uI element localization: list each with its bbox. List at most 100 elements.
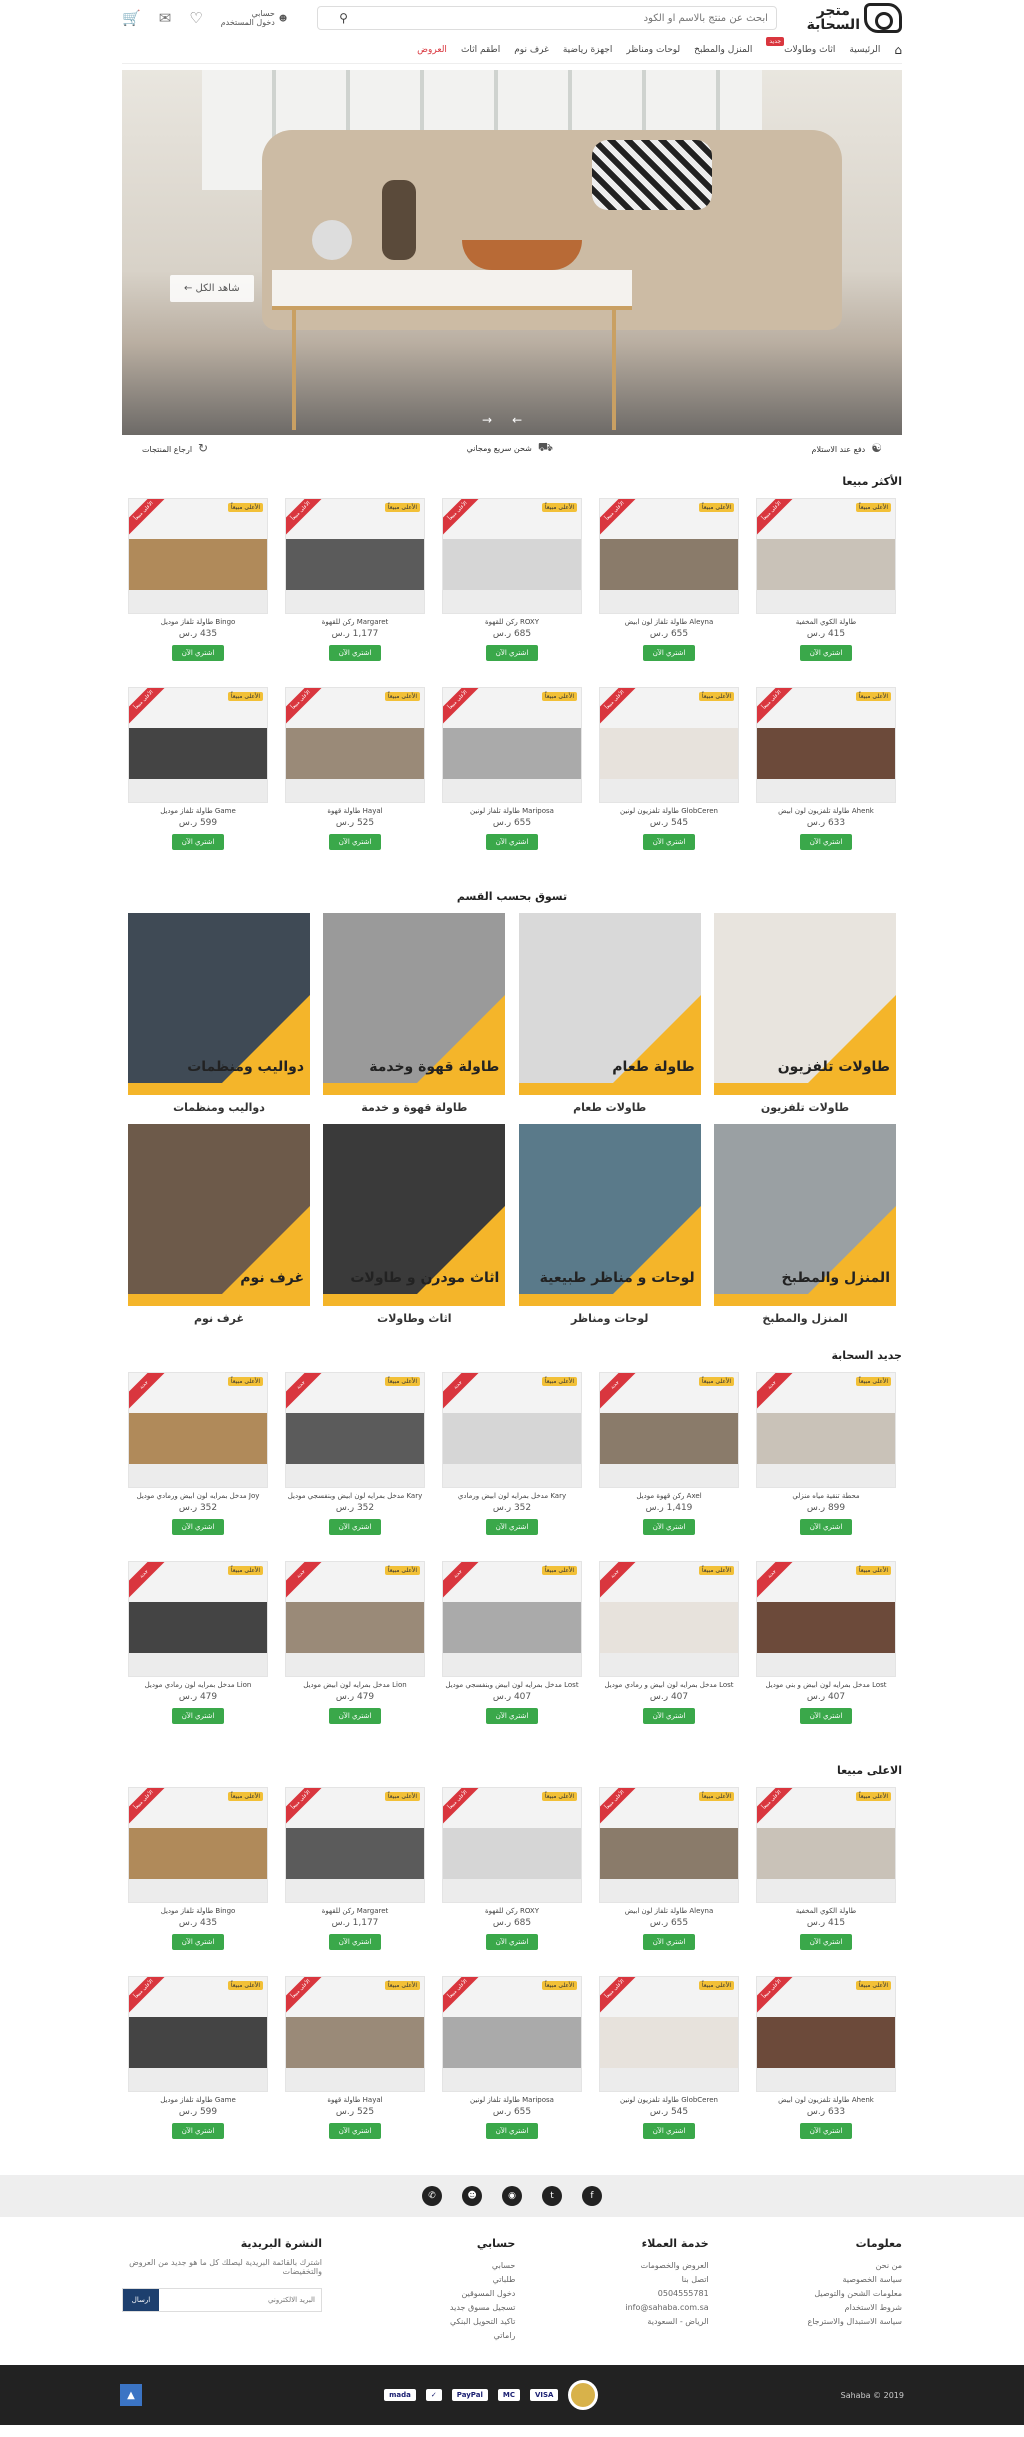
- product-name[interactable]: Joy مدخل بمرايه لون ابيض ورمادي موديل: [128, 1492, 268, 1501]
- product-card[interactable]: الأعلى مبيعاً الأعلى مبيعاً Mariposa طاولة…: [442, 1976, 582, 2139]
- whatsapp-icon[interactable]: ✆: [422, 2186, 442, 2206]
- product-image[interactable]: الأعلى مبيعاً الأعلى مبيعاً: [756, 1976, 896, 2092]
- buy-now-button[interactable]: اشتري الآن: [171, 2123, 225, 2139]
- footer-link[interactable]: طلباتي: [395, 2273, 516, 2287]
- buy-now-button[interactable]: اشتري الآن: [799, 1708, 853, 1724]
- nav-item-sports[interactable]: اجهزة رياضية: [563, 45, 613, 55]
- product-card[interactable]: جديد الأعلى مبيعاً Lost مدخل بمرايه لون اب…: [599, 1561, 739, 1724]
- scroll-top-button[interactable]: ▲: [120, 2384, 142, 2406]
- product-card[interactable]: الأعلى مبيعاً الأعلى مبيعاً Bingo طاولة تل…: [128, 498, 268, 661]
- buy-now-button[interactable]: اشتري الآن: [171, 645, 225, 661]
- product-card[interactable]: الأعلى مبيعاً الأعلى مبيعاً GlobCeren طاول…: [599, 687, 739, 850]
- category-name[interactable]: طاولة قهوة و خدمة: [323, 1101, 505, 1114]
- product-name[interactable]: Bingo طاولة تلفاز موديل: [128, 618, 268, 627]
- product-name[interactable]: Kary مدخل بمرايه لون ابيض وبنفسجي موديل: [285, 1492, 425, 1501]
- product-card[interactable]: جديد الأعلى مبيعاً Joy مدخل بمرايه لون ابي…: [128, 1372, 268, 1535]
- category-image[interactable]: دواليب ومنظمات: [128, 913, 311, 1095]
- product-name[interactable]: Hayal طاولة قهوة: [285, 807, 425, 816]
- product-name[interactable]: ROXY ركن للقهوة: [442, 1907, 582, 1916]
- product-card[interactable]: الأعلى مبيعاً الأعلى مبيعاً ROXY ركن للقهو…: [442, 1787, 582, 1950]
- product-image[interactable]: جديد الأعلى مبيعاً: [756, 1561, 896, 1677]
- product-name[interactable]: Lost مدخل بمرايه لون ابيض وبنفسجي موديل: [442, 1681, 582, 1690]
- buy-now-button[interactable]: اشتري الآن: [642, 834, 696, 850]
- category-card[interactable]: طاولة قهوة وخدمة طاولة قهوة و خدمة: [323, 913, 506, 1114]
- buy-now-button[interactable]: اشتري الآن: [642, 645, 696, 661]
- product-image[interactable]: جديد الأعلى مبيعاً: [285, 1372, 425, 1488]
- category-card[interactable]: دواليب ومنظمات دواليب ومنظمات: [128, 913, 311, 1114]
- nav-item-offers[interactable]: العروض: [417, 45, 447, 55]
- nav-item-paintings[interactable]: لوحات ومناظر: [626, 45, 680, 55]
- buy-now-button[interactable]: اشتري الآن: [799, 645, 853, 661]
- product-image[interactable]: الأعلى مبيعاً الأعلى مبيعاً: [442, 687, 582, 803]
- category-image[interactable]: لوحات و مناظر طبيعية: [518, 1124, 701, 1306]
- buy-now-button[interactable]: اشتري الآن: [642, 1934, 696, 1950]
- buy-now-button[interactable]: اشتري الآن: [642, 1708, 696, 1724]
- category-name[interactable]: غرف نوم: [128, 1312, 310, 1325]
- nav-item-furniture-sets[interactable]: اطقم اثاث: [461, 45, 500, 55]
- footer-email[interactable]: info@sahaba.com.sa: [589, 2301, 708, 2315]
- footer-link[interactable]: العروض والخصومات: [589, 2259, 709, 2273]
- product-image[interactable]: جديد الأعلى مبيعاً: [442, 1561, 582, 1677]
- footer-link[interactable]: من نحن: [782, 2259, 902, 2273]
- footer-link[interactable]: تسجيل مسوق جديد: [395, 2301, 515, 2315]
- product-image[interactable]: الأعلى مبيعاً الأعلى مبيعاً: [128, 687, 268, 803]
- product-image[interactable]: الأعلى مبيعاً الأعلى مبيعاً: [285, 687, 425, 803]
- heart-icon[interactable]: ♡: [189, 9, 202, 27]
- product-card[interactable]: الأعلى مبيعاً الأعلى مبيعاً Ahenk طاولة تل…: [756, 687, 896, 850]
- product-name[interactable]: Axel ركن قهوة موديل: [599, 1492, 739, 1501]
- product-card[interactable]: الأعلى مبيعاً الأعلى مبيعاً Margaret ركن ل…: [285, 1787, 425, 1950]
- product-name[interactable]: Ahenk طاولة تلفزيون لون ابيض: [756, 807, 896, 816]
- product-image[interactable]: الأعلى مبيعاً الأعلى مبيعاً: [599, 687, 739, 803]
- product-image[interactable]: الأعلى مبيعاً الأعلى مبيعاً: [756, 498, 896, 614]
- buy-now-button[interactable]: اشتري الآن: [328, 1934, 382, 1950]
- product-card[interactable]: الأعلى مبيعاً الأعلى مبيعاً GlobCeren طاول…: [599, 1976, 739, 2139]
- product-image[interactable]: الأعلى مبيعاً الأعلى مبيعاً: [442, 498, 582, 614]
- category-name[interactable]: طاولات تلفزيون: [714, 1101, 896, 1114]
- product-card[interactable]: الأعلى مبيعاً الأعلى مبيعاً Hayal طاولة قه…: [285, 687, 425, 850]
- buy-now-button[interactable]: اشتري الآن: [485, 1934, 539, 1950]
- product-name[interactable]: طاولة الكوي المخفية: [756, 618, 896, 627]
- buy-now-button[interactable]: اشتري الآن: [328, 645, 382, 661]
- product-image[interactable]: الأعلى مبيعاً الأعلى مبيعاً: [599, 1976, 739, 2092]
- buy-now-button[interactable]: اشتري الآن: [642, 1519, 696, 1535]
- buy-now-button[interactable]: اشتري الآن: [799, 1934, 853, 1950]
- footer-link[interactable]: شروط الاستخدام: [782, 2301, 902, 2315]
- category-image[interactable]: طاولات تلفزيون: [714, 913, 896, 1095]
- buy-now-button[interactable]: اشتري الآن: [799, 834, 853, 850]
- nav-item-home[interactable]: الرئيسية: [849, 45, 880, 55]
- product-name[interactable]: Margaret ركن للقهوة: [285, 1907, 425, 1916]
- search-box[interactable]: ⚲: [316, 6, 777, 30]
- category-card[interactable]: طاولات تلفزيون طاولات تلفزيون: [714, 913, 896, 1114]
- product-name[interactable]: Aleyna طاولة تلفاز لون ابيض: [599, 618, 739, 627]
- footer-link[interactable]: دخول المسوقين: [395, 2287, 515, 2301]
- category-name[interactable]: دواليب ومنظمات: [128, 1101, 310, 1114]
- product-name[interactable]: Margaret ركن للقهوة: [285, 618, 425, 627]
- buy-now-button[interactable]: اشتري الآن: [328, 1519, 382, 1535]
- product-card[interactable]: جديد الأعلى مبيعاً محطة تنقية مياه منزلي 89…: [756, 1372, 896, 1535]
- cart-icon[interactable]: 🛒: [122, 9, 141, 27]
- arrow-left-icon[interactable]: ←: [512, 413, 522, 427]
- product-image[interactable]: جديد الأعلى مبيعاً: [756, 1372, 896, 1488]
- product-image[interactable]: الأعلى مبيعاً الأعلى مبيعاً: [599, 1787, 739, 1903]
- category-image[interactable]: غرف نوم: [128, 1124, 311, 1306]
- footer-link[interactable]: تاكيد التحويل البنكي: [395, 2315, 515, 2329]
- buy-now-button[interactable]: اشتري الآن: [799, 2123, 853, 2139]
- product-name[interactable]: Lost مدخل بمرايه لون ابيض و رمادي موديل: [599, 1681, 739, 1690]
- category-card[interactable]: لوحات و مناظر طبيعية لوحات ومناظر: [518, 1124, 701, 1325]
- snapchat-icon[interactable]: ☻: [462, 2186, 482, 2206]
- product-card[interactable]: جديد الأعلى مبيعاً Lion مدخل بمرايه لون اب…: [285, 1561, 425, 1724]
- product-image[interactable]: الأعلى مبيعاً الأعلى مبيعاً: [599, 498, 739, 614]
- product-name[interactable]: GlobCeren طاولة تلفزيون لونين: [599, 807, 739, 816]
- product-image[interactable]: الأعلى مبيعاً الأعلى مبيعاً: [442, 1787, 582, 1903]
- product-image[interactable]: الأعلى مبيعاً الأعلى مبيعاً: [128, 1976, 268, 2092]
- product-image[interactable]: الأعلى مبيعاً الأعلى مبيعاً: [442, 1976, 582, 2092]
- product-name[interactable]: ROXY ركن للقهوة: [442, 618, 582, 627]
- product-image[interactable]: الأعلى مبيعاً الأعلى مبيعاً: [756, 687, 896, 803]
- product-name[interactable]: Ahenk طاولة تلفزيون لون ابيض: [756, 2096, 896, 2105]
- newsletter-email-input[interactable]: [159, 2289, 322, 2311]
- product-card[interactable]: جديد الأعلى مبيعاً Lion مدخل بمرايه لون رم…: [128, 1561, 268, 1724]
- product-card[interactable]: الأعلى مبيعاً الأعلى مبيعاً Aleyna طاولة ت…: [599, 1787, 739, 1950]
- buy-now-button[interactable]: اشتري الآن: [799, 1519, 853, 1535]
- product-image[interactable]: جديد الأعلى مبيعاً: [128, 1372, 268, 1488]
- product-name[interactable]: Game طاولة تلفاز موديل: [128, 807, 268, 816]
